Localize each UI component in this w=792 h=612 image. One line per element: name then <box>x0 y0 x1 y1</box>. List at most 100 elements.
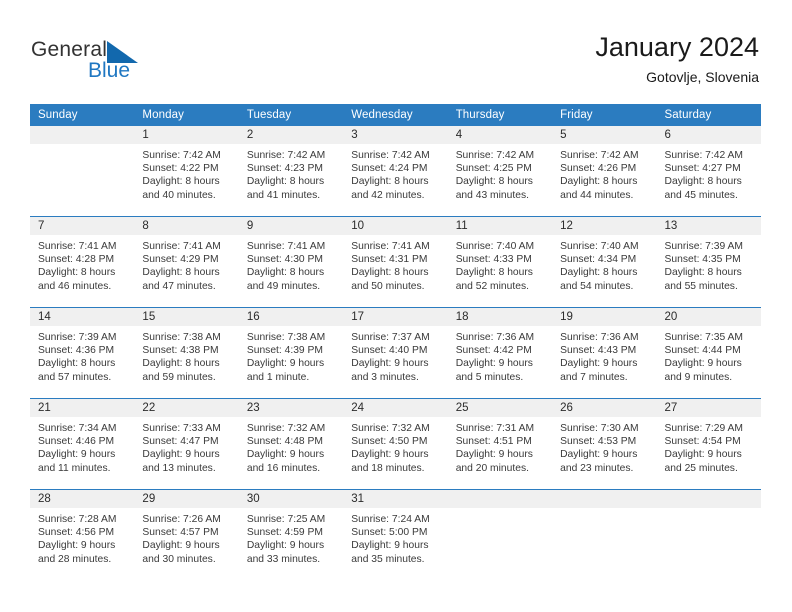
calendar-day-cell[interactable]: 6 Sunrise: 7:42 AM Sunset: 4:27 PM Daylight… <box>656 126 761 217</box>
daylight-text-line2: and 30 minutes. <box>142 553 216 565</box>
sunrise-text: Sunrise: 7:32 AM <box>351 423 430 434</box>
day-number: 11 <box>447 217 553 235</box>
daylight-text-line2: and 57 minutes. <box>38 371 112 383</box>
calendar-day-cell[interactable]: 17 Sunrise: 7:37 AM Sunset: 4:40 PM Dayligh… <box>343 307 448 399</box>
calendar-day-cell[interactable]: 25 Sunrise: 7:31 AM Sunset: 4:51 PM Dayligh… <box>447 398 553 490</box>
calendar-day-cell[interactable]: 7 Sunrise: 7:41 AM Sunset: 4:28 PM Daylight… <box>30 216 135 308</box>
daylight-text-line2: and 43 minutes. <box>455 189 529 201</box>
calendar-day-cell[interactable]: 29 Sunrise: 7:26 AM Sunset: 4:57 PM Dayligh… <box>134 489 239 580</box>
calendar-day-cell[interactable]: 14 Sunrise: 7:39 AM Sunset: 4:36 PM Dayligh… <box>30 307 135 399</box>
calendar-day-cell[interactable]: 16 Sunrise: 7:38 AM Sunset: 4:39 PM Dayligh… <box>238 307 344 399</box>
daylight-text-line2: and 44 minutes. <box>560 189 634 201</box>
day-cell-content: 13 Sunrise: 7:39 AM Sunset: 4:35 PM Dayligh… <box>656 217 761 307</box>
day-number: 1 <box>134 126 239 144</box>
day-number: 14 <box>30 308 135 326</box>
daylight-text-line2: and 16 minutes. <box>246 462 321 474</box>
calendar-page: General Blue January 2024 Gotovlje, Slov… <box>0 0 792 612</box>
calendar-day-cell[interactable]: 15 Sunrise: 7:38 AM Sunset: 4:38 PM Dayligh… <box>134 307 239 399</box>
weekday-header-thursday: Thursday <box>447 104 553 126</box>
sunset-text: Sunset: 4:44 PM <box>664 345 741 357</box>
calendar-day-cell[interactable]: 2 Sunrise: 7:42 AM Sunset: 4:23 PM Daylight… <box>238 126 344 217</box>
daylight-text-line2: and 52 minutes. <box>455 280 529 292</box>
day-cell-content: 25 Sunrise: 7:31 AM Sunset: 4:51 PM Dayligh… <box>447 399 553 489</box>
day-cell-content: 1 Sunrise: 7:42 AM Sunset: 4:22 PM Daylight… <box>134 126 239 216</box>
calendar-day-cell[interactable]: 20 Sunrise: 7:35 AM Sunset: 4:44 PM Dayligh… <box>656 307 761 399</box>
calendar-week-row: 28 Sunrise: 7:28 AM Sunset: 4:56 PM Dayligh… <box>30 489 761 580</box>
sunset-text: Sunset: 5:00 PM <box>351 527 428 539</box>
calendar-day-cell[interactable]: 4 Sunrise: 7:42 AM Sunset: 4:25 PM Daylight… <box>447 126 553 217</box>
calendar-day-cell[interactable]: 3 Sunrise: 7:42 AM Sunset: 4:24 PM Daylight… <box>343 126 448 217</box>
calendar-day-cell[interactable]: 26 Sunrise: 7:30 AM Sunset: 4:53 PM Dayligh… <box>552 398 657 490</box>
calendar-day-cell[interactable]: 11 Sunrise: 7:40 AM Sunset: 4:33 PM Dayligh… <box>447 216 553 308</box>
sunset-text: Sunset: 4:47 PM <box>142 436 219 448</box>
day-details: Sunrise: 7:33 AM Sunset: 4:47 PM Daylight:… <box>134 417 238 475</box>
calendar-day-cell[interactable]: 5 Sunrise: 7:42 AM Sunset: 4:26 PM Daylight… <box>552 126 657 217</box>
sunset-text: Sunset: 4:51 PM <box>455 436 532 448</box>
daylight-text-line1: Daylight: 8 hours <box>664 176 742 188</box>
sunrise-text: Sunrise: 7:41 AM <box>351 241 430 252</box>
day-number: 24 <box>343 399 448 417</box>
daylight-text-line2: and 45 minutes. <box>664 189 738 201</box>
title-block: January 2024 Gotovlje, Slovenia <box>595 32 759 85</box>
day-details: Sunrise: 7:38 AM Sunset: 4:38 PM Daylight:… <box>134 326 238 384</box>
calendar-day-cell[interactable]: 30 Sunrise: 7:25 AM Sunset: 4:59 PM Dayligh… <box>238 489 344 580</box>
day-cell-content: 29 Sunrise: 7:26 AM Sunset: 4:57 PM Dayligh… <box>134 490 239 580</box>
day-cell-content <box>447 490 553 580</box>
weekday-header-saturday: Saturday <box>656 104 761 126</box>
sunrise-text: Sunrise: 7:41 AM <box>246 241 326 252</box>
day-number: 27 <box>656 399 761 417</box>
day-details: Sunrise: 7:29 AM Sunset: 4:54 PM Daylight:… <box>657 417 761 475</box>
day-number: 12 <box>552 217 657 235</box>
sunset-text: Sunset: 4:23 PM <box>246 163 323 175</box>
calendar-grid: Sunday Monday Tuesday Wednesday Thursday… <box>30 104 761 580</box>
calendar-day-cell[interactable]: 31 Sunrise: 7:24 AM Sunset: 5:00 PM Dayligh… <box>343 489 448 580</box>
calendar-day-cell[interactable]: 21 Sunrise: 7:34 AM Sunset: 4:46 PM Dayligh… <box>30 398 135 490</box>
calendar-day-cell[interactable]: 10 Sunrise: 7:41 AM Sunset: 4:31 PM Dayligh… <box>343 216 448 308</box>
day-cell-content: 4 Sunrise: 7:42 AM Sunset: 4:25 PM Daylight… <box>447 126 553 216</box>
sunset-text: Sunset: 4:27 PM <box>664 163 741 175</box>
weekday-header-friday: Friday <box>552 104 657 126</box>
day-number: 17 <box>343 308 448 326</box>
daylight-text-line1: Daylight: 8 hours <box>38 267 116 279</box>
calendar-day-cell[interactable]: 9 Sunrise: 7:41 AM Sunset: 4:30 PM Daylight… <box>238 216 344 308</box>
daylight-text-line2: and 25 minutes. <box>664 462 738 474</box>
calendar-day-cell[interactable]: 13 Sunrise: 7:39 AM Sunset: 4:35 PM Dayligh… <box>656 216 761 308</box>
day-cell-content: 22 Sunrise: 7:33 AM Sunset: 4:47 PM Dayligh… <box>134 399 239 489</box>
calendar-day-cell[interactable]: 28 Sunrise: 7:28 AM Sunset: 4:56 PM Dayligh… <box>30 489 135 580</box>
sunrise-text: Sunrise: 7:29 AM <box>664 423 743 434</box>
calendar-day-cell[interactable]: 12 Sunrise: 7:40 AM Sunset: 4:34 PM Dayligh… <box>552 216 657 308</box>
brand-logo[interactable]: General Blue <box>31 38 251 88</box>
calendar-day-cell[interactable]: 1 Sunrise: 7:42 AM Sunset: 4:22 PM Daylight… <box>134 126 239 217</box>
calendar-day-cell[interactable]: 22 Sunrise: 7:33 AM Sunset: 4:47 PM Dayligh… <box>134 398 239 490</box>
daylight-text-line1: Daylight: 9 hours <box>351 540 429 552</box>
day-details: Sunrise: 7:41 AM Sunset: 4:31 PM Daylight:… <box>343 235 447 293</box>
day-details: Sunrise: 7:26 AM Sunset: 4:57 PM Daylight:… <box>134 508 238 566</box>
daylight-text-line1: Daylight: 8 hours <box>246 176 325 188</box>
day-cell-content: 19 Sunrise: 7:36 AM Sunset: 4:43 PM Dayligh… <box>552 308 657 398</box>
day-details: Sunrise: 7:40 AM Sunset: 4:34 PM Daylight:… <box>552 235 656 293</box>
sunrise-text: Sunrise: 7:39 AM <box>38 332 117 343</box>
sunrise-text: Sunrise: 7:42 AM <box>246 150 326 161</box>
sunrise-text: Sunrise: 7:37 AM <box>351 332 430 343</box>
calendar-day-cell[interactable]: 27 Sunrise: 7:29 AM Sunset: 4:54 PM Dayligh… <box>656 398 761 490</box>
day-details: Sunrise: 7:38 AM Sunset: 4:39 PM Daylight:… <box>239 326 343 384</box>
day-number: 29 <box>134 490 239 508</box>
day-cell-content: 10 Sunrise: 7:41 AM Sunset: 4:31 PM Dayligh… <box>343 217 448 307</box>
calendar-day-cell[interactable]: 24 Sunrise: 7:32 AM Sunset: 4:50 PM Dayligh… <box>343 398 448 490</box>
day-details: Sunrise: 7:36 AM Sunset: 4:42 PM Daylight:… <box>448 326 552 384</box>
day-cell-content: 7 Sunrise: 7:41 AM Sunset: 4:28 PM Daylight… <box>30 217 135 307</box>
calendar-day-cell[interactable]: 23 Sunrise: 7:32 AM Sunset: 4:48 PM Dayligh… <box>238 398 344 490</box>
day-cell-content: 31 Sunrise: 7:24 AM Sunset: 5:00 PM Dayligh… <box>343 490 448 580</box>
calendar-day-cell[interactable]: 18 Sunrise: 7:36 AM Sunset: 4:42 PM Dayligh… <box>447 307 553 399</box>
sunrise-text: Sunrise: 7:26 AM <box>142 514 221 525</box>
day-details: Sunrise: 7:39 AM Sunset: 4:36 PM Daylight:… <box>30 326 134 384</box>
daylight-text-line2: and 1 minute. <box>246 371 310 383</box>
day-number: 10 <box>343 217 448 235</box>
calendar-day-cell[interactable]: 19 Sunrise: 7:36 AM Sunset: 4:43 PM Dayligh… <box>552 307 657 399</box>
sunset-text: Sunset: 4:30 PM <box>246 254 323 266</box>
day-cell-content <box>656 490 761 580</box>
day-cell-content: 14 Sunrise: 7:39 AM Sunset: 4:36 PM Dayligh… <box>30 308 135 398</box>
day-details: Sunrise: 7:25 AM Sunset: 4:59 PM Daylight:… <box>239 508 343 566</box>
day-number <box>447 490 553 508</box>
calendar-day-cell[interactable]: 8 Sunrise: 7:41 AM Sunset: 4:29 PM Daylight… <box>134 216 239 308</box>
